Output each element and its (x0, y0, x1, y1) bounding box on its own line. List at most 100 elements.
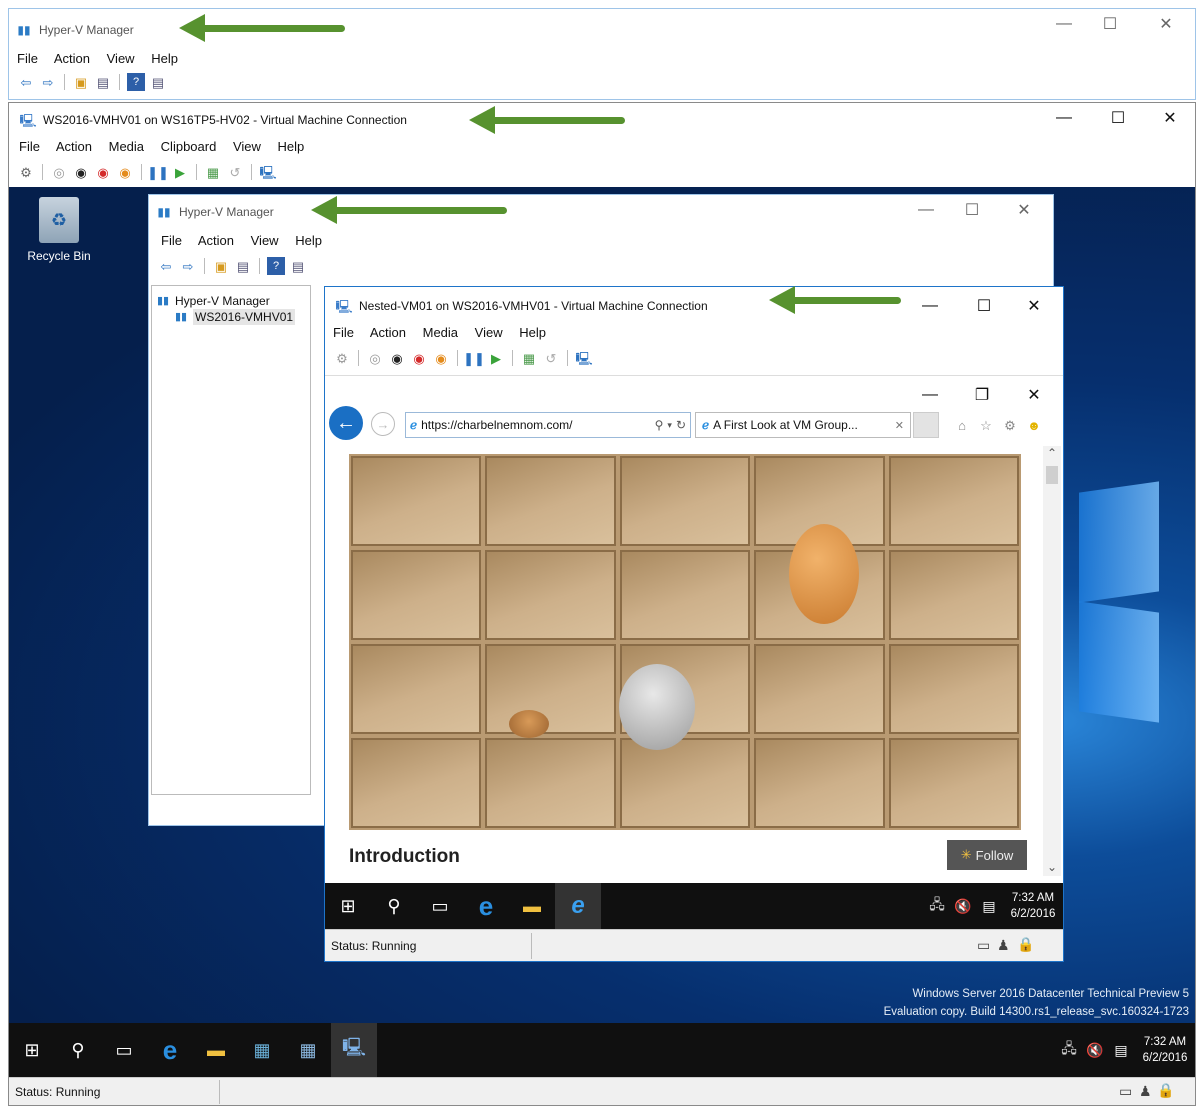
edge-icon[interactable]: e (463, 883, 509, 929)
menu-media[interactable]: Media (423, 325, 458, 340)
file-explorer-icon[interactable]: ▬ (193, 1023, 239, 1077)
action-center-icon[interactable]: ▤ (975, 883, 1003, 929)
action-pane-icon[interactable]: ▤ (149, 73, 167, 91)
menu-action[interactable]: Action (56, 139, 92, 154)
resume-icon[interactable]: ▶ (171, 163, 189, 181)
server-manager-icon[interactable]: ▦ (239, 1023, 285, 1077)
volume-muted-icon[interactable]: 🔇 (1083, 1023, 1107, 1077)
back-icon[interactable]: ⇦ (17, 73, 35, 91)
volume-muted-icon[interactable]: 🔇 (951, 883, 975, 929)
clock[interactable]: 7:32 AM 6/2/2016 (1003, 890, 1063, 922)
scrollbar[interactable]: ⌃ ⌄ (1043, 446, 1061, 876)
help-icon[interactable]: ? (267, 257, 285, 275)
search-icon[interactable]: ⚲ (655, 418, 664, 432)
menu-media[interactable]: Media (109, 139, 144, 154)
revert-icon[interactable]: ↺ (226, 163, 244, 181)
checkpoint-icon[interactable]: ▦ (204, 163, 222, 181)
menu-file[interactable]: File (333, 325, 354, 340)
minimize-button[interactable]: — (1041, 9, 1087, 39)
feedback-icon[interactable]: ☻ (1025, 416, 1043, 434)
minimize-button[interactable]: — (1041, 103, 1087, 133)
turn-off-icon[interactable]: ◉ (72, 163, 90, 181)
up-folder-icon[interactable]: ▣ (72, 73, 90, 91)
save-icon[interactable]: ◉ (116, 163, 134, 181)
menu-file[interactable]: File (17, 51, 38, 66)
maximize-button[interactable]: ☐ (1095, 103, 1141, 133)
dropdown-icon[interactable]: ▾ (667, 420, 672, 431)
home-icon[interactable]: ⌂ (953, 416, 971, 434)
browser-minimize-button[interactable]: — (907, 380, 953, 410)
task-view-icon[interactable]: ▭ (101, 1023, 147, 1077)
start-button[interactable]: ⊞ (325, 883, 371, 929)
minimize-button[interactable]: — (907, 291, 953, 321)
maximize-button[interactable]: ☐ (1087, 9, 1133, 39)
enhanced-session-icon[interactable]: 🖳 (259, 163, 277, 181)
menu-file[interactable]: File (161, 233, 182, 248)
edge-icon[interactable]: e (147, 1023, 193, 1077)
clock[interactable]: 7:32 AM 6/2/2016 (1135, 1034, 1195, 1066)
show-hide-tree-icon[interactable]: ▤ (234, 257, 252, 275)
recycle-bin[interactable]: ♻ Recycle Bin (19, 197, 99, 263)
network-icon[interactable]: 🖧 (1055, 1023, 1083, 1077)
internet-explorer-icon[interactable]: e (555, 883, 601, 929)
scroll-down-icon[interactable]: ⌄ (1043, 860, 1061, 874)
search-icon[interactable]: ⚲ (55, 1023, 101, 1077)
task-view-icon[interactable]: ▭ (417, 883, 463, 929)
maximize-button[interactable]: ☐ (949, 195, 995, 225)
tab-close-icon[interactable]: ✕ (895, 419, 904, 432)
back-icon[interactable]: ⇦ (157, 257, 175, 275)
tree-item-server[interactable]: ▮▮ WS2016-VMHV01 (174, 308, 296, 326)
show-hide-tree-icon[interactable]: ▤ (94, 73, 112, 91)
minimize-button[interactable]: — (903, 195, 949, 225)
browser-forward-button[interactable]: → (371, 412, 395, 436)
enhanced-session-icon[interactable]: 🖳 (575, 349, 593, 367)
hyperv-manager-taskbar-icon[interactable]: ▦ (285, 1023, 331, 1077)
search-icon[interactable]: ⚲ (371, 883, 417, 929)
menu-action[interactable]: Action (198, 233, 234, 248)
menu-view[interactable]: View (475, 325, 503, 340)
action-center-icon[interactable]: ▤ (1107, 1023, 1135, 1077)
vm-connection-taskbar-icon[interactable]: 🖳 (331, 1023, 377, 1077)
turn-off-icon[interactable]: ◉ (388, 349, 406, 367)
network-icon[interactable]: 🖧 (923, 883, 951, 929)
help-icon[interactable]: ? (127, 73, 145, 91)
file-explorer-icon[interactable]: ▬ (509, 883, 555, 929)
close-button[interactable]: ✕ (1001, 195, 1047, 225)
menu-action[interactable]: Action (54, 51, 90, 66)
up-folder-icon[interactable]: ▣ (212, 257, 230, 275)
checkpoint-icon[interactable]: ▦ (520, 349, 538, 367)
menu-help[interactable]: Help (519, 325, 546, 340)
settings-icon[interactable]: ⚙ (1001, 416, 1019, 434)
maximize-button[interactable]: ☐ (961, 291, 1007, 321)
browser-close-button[interactable]: ✕ (1011, 380, 1057, 410)
menu-help[interactable]: Help (278, 139, 305, 154)
forward-icon[interactable]: ⇨ (39, 73, 57, 91)
menu-view[interactable]: View (251, 233, 279, 248)
menu-view[interactable]: View (233, 139, 261, 154)
menu-view[interactable]: View (107, 51, 135, 66)
follow-button[interactable]: ✳ Follow (947, 840, 1027, 870)
close-button[interactable]: ✕ (1147, 103, 1193, 133)
save-icon[interactable]: ◉ (432, 349, 450, 367)
pause-icon[interactable]: ❚❚ (463, 349, 485, 367)
menu-help[interactable]: Help (151, 51, 178, 66)
start-icon[interactable]: ◎ (366, 349, 384, 367)
pause-icon[interactable]: ❚❚ (147, 163, 169, 181)
revert-icon[interactable]: ↺ (542, 349, 560, 367)
browser-restore-button[interactable]: ❐ (959, 380, 1005, 410)
shut-down-icon[interactable]: ◉ (94, 163, 112, 181)
browser-back-button[interactable]: ← (329, 406, 363, 440)
scroll-thumb[interactable] (1046, 466, 1058, 484)
start-icon[interactable]: ◎ (50, 163, 68, 181)
new-tab-button[interactable] (913, 412, 939, 438)
close-button[interactable]: ✕ (1143, 9, 1189, 39)
favorites-icon[interactable]: ☆ (977, 416, 995, 434)
close-button[interactable]: ✕ (1011, 291, 1057, 321)
start-button[interactable]: ⊞ (9, 1023, 55, 1077)
action-pane-icon[interactable]: ▤ (289, 257, 307, 275)
shut-down-icon[interactable]: ◉ (410, 349, 428, 367)
forward-icon[interactable]: ⇨ (179, 257, 197, 275)
menu-file[interactable]: File (19, 139, 40, 154)
ctrl-alt-del-icon[interactable]: ⚙ (17, 163, 35, 181)
browser-tab[interactable]: ℯ A First Look at VM Group... ✕ (695, 412, 911, 438)
